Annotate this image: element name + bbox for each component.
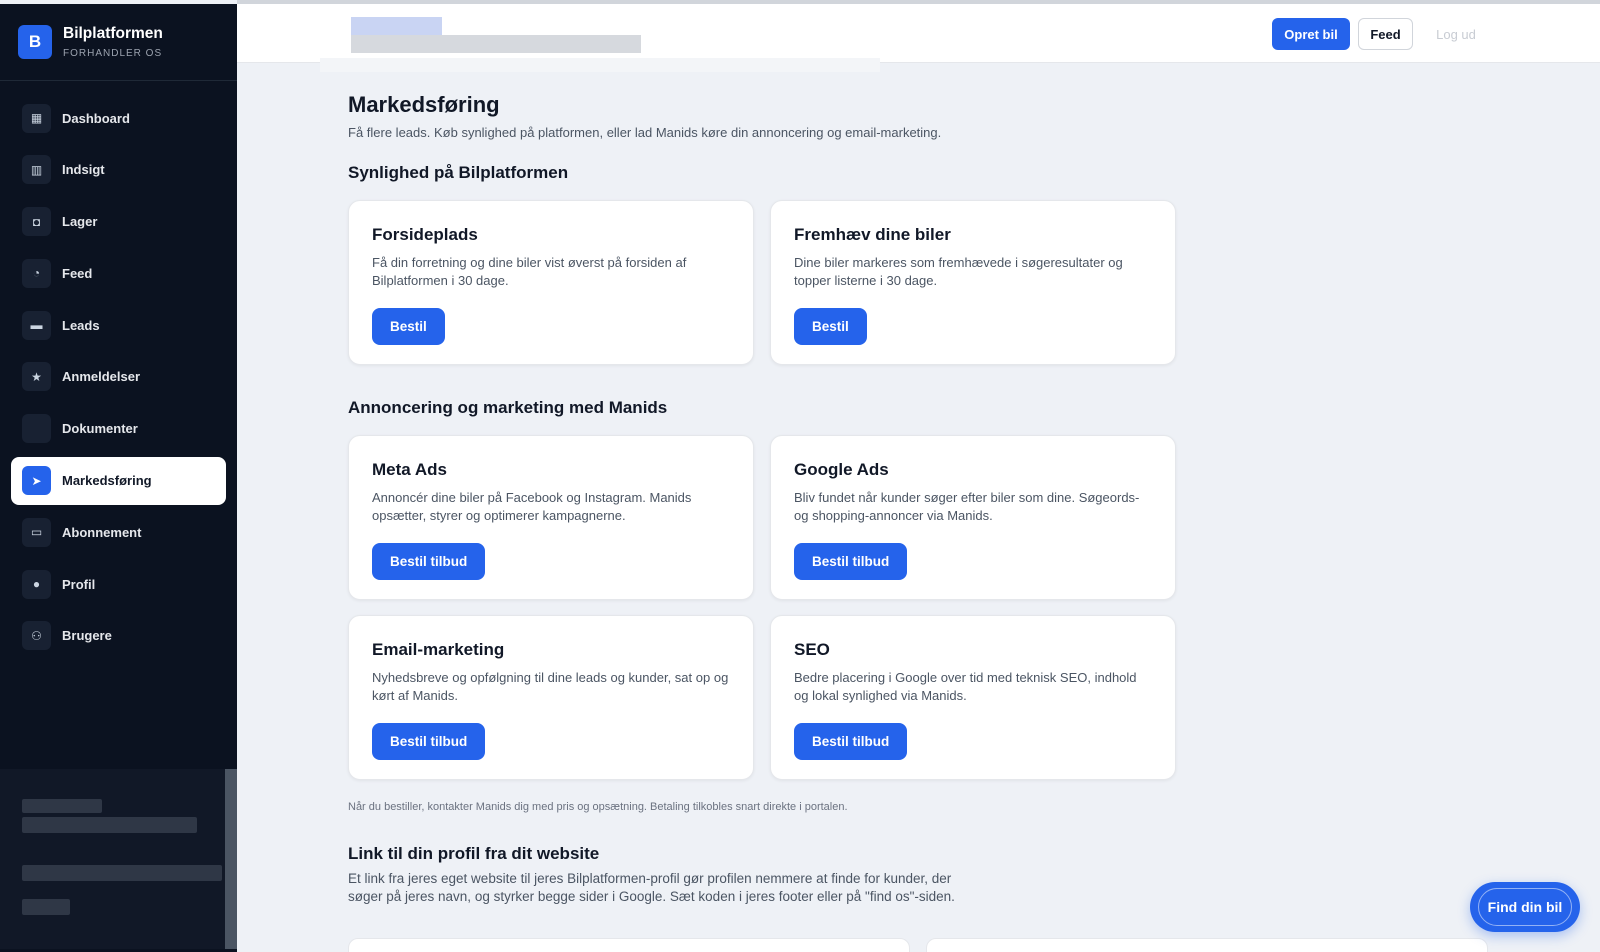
sidebar-item-feed[interactable]: ◔ Feed — [11, 249, 226, 297]
section-title-link: Link til din profil fra dit website — [348, 844, 600, 863]
sidebar-item-label: Leads — [62, 317, 100, 333]
sidebar-item-label: Dokumenter — [62, 421, 138, 437]
request-offer-button[interactable]: Bestil tilbud — [794, 723, 908, 760]
card-title: Email-marketing — [372, 640, 505, 659]
document-icon — [22, 414, 51, 444]
section-title-marketing: Annoncering og marketing med Manids — [348, 398, 668, 417]
card-title: Google Ads — [794, 460, 889, 479]
sidebar-item-indsigt[interactable]: ▥ Indsigt — [11, 146, 226, 194]
link-description: Et link fra jeres eget website til jeres… — [348, 871, 955, 904]
page-subtitle: Få flere leads. Køb synlighed på platfor… — [348, 125, 942, 140]
brand-subtitle: FORHANDLER OS — [63, 48, 163, 59]
logout-button[interactable]: Log ud — [1427, 18, 1485, 50]
sidebar: B Bilplatformen FORHANDLER OS ▦ Dashboard… — [0, 4, 237, 952]
card-title: Fremhæv dine biler — [794, 225, 951, 244]
sidebar-scrollbar[interactable] — [225, 769, 237, 949]
sidebar-item-label: Abonnement — [62, 524, 142, 540]
sidebar-item-label: Markedsføring — [62, 473, 152, 489]
brand-title: Bilplatformen — [63, 25, 163, 42]
send-icon: ➤ — [22, 466, 51, 496]
card-title: Meta Ads — [372, 460, 447, 479]
sidebar-item-abonnement[interactable]: ▭ Abonnement — [11, 508, 226, 556]
topbar: Opret bil Feed Log ud — [237, 4, 1600, 72]
request-offer-button[interactable]: Bestil tilbud — [372, 723, 486, 760]
blurred-breadcrumb — [351, 17, 442, 35]
sidebar-nav: ▦ Dashboard ▥ Indsigt ◘ Lager ◔ Feed ▬ Leads ★ Anme… — [11, 94, 226, 664]
request-offer-button[interactable]: Bestil tilbud — [794, 543, 908, 580]
card-google-ads: Google Ads Bliv fundet når kunder søger … — [770, 435, 1176, 600]
card-highlight-cars: Fremhæv dine biler Dine biler markeres s… — [770, 200, 1176, 365]
order-button[interactable]: Bestil — [794, 308, 867, 345]
sidebar-item-dokumenter[interactable]: Dokumenter — [11, 405, 226, 453]
car-icon: ◘ — [22, 207, 51, 237]
sidebar-item-label: Dashboard — [62, 110, 130, 126]
card-title: SEO — [794, 640, 830, 659]
find-car-label: Find din bil — [1477, 888, 1573, 926]
card-description: Annoncér dine biler på Facebook og Insta… — [372, 490, 692, 523]
sidebar-item-label: Profil — [62, 576, 96, 592]
card-seo: SEO Bedre placering i Google over tid me… — [770, 615, 1176, 780]
sidebar-item-label: Anmeldelser — [62, 369, 141, 385]
order-footnote: Når du bestiller, kontakter Manids dig m… — [348, 801, 848, 813]
brand[interactable]: B Bilplatformen FORHANDLER OS — [0, 4, 237, 81]
section-title-visibility: Synlighed på Bilplatformen — [348, 163, 569, 182]
sidebar-item-label: Lager — [62, 214, 98, 230]
blurred-header-shadow — [320, 58, 880, 72]
card-description: Få din forretning og dine biler vist øve… — [372, 255, 687, 288]
credit-card-icon: ▭ — [22, 517, 51, 547]
sidebar-item-anmeldelser[interactable]: ★ Anmeldelser — [11, 353, 226, 401]
sidebar-item-dashboard[interactable]: ▦ Dashboard — [11, 94, 226, 142]
code-card-left — [348, 938, 910, 952]
sidebar-item-markedsføring[interactable]: ➤ Markedsføring — [11, 456, 226, 505]
card-description: Nyhedsbreve og opfølgning til dine leads… — [372, 670, 729, 703]
card-title: Forsideplads — [372, 225, 478, 244]
card-forsideplads: Forsideplads Få din forretning og dine b… — [348, 200, 754, 365]
sidebar-item-label: Brugere — [62, 628, 112, 644]
create-car-button[interactable]: Opret bil — [1272, 18, 1350, 50]
page-title: Markedsføring — [348, 92, 500, 117]
card-description: Bedre placering i Google over tid med te… — [794, 670, 1137, 703]
sidebar-item-leads[interactable]: ▬ Leads — [11, 301, 226, 349]
star-icon: ★ — [22, 362, 51, 392]
rss-icon: ◔ — [22, 258, 51, 288]
code-card-right — [926, 938, 1488, 952]
order-button[interactable]: Bestil — [372, 308, 445, 345]
card-meta-ads: Meta Ads Annoncér dine biler på Facebook… — [348, 435, 754, 600]
sidebar-item-label: Indsigt — [62, 162, 105, 178]
blurred-header-text — [351, 35, 641, 53]
dashboard-icon: ▦ — [22, 103, 51, 133]
brand-logo: B — [18, 25, 52, 59]
card-description: Bliv fundet når kunder søger efter biler… — [794, 490, 1140, 523]
request-offer-button[interactable]: Bestil tilbud — [372, 543, 486, 580]
sidebar-item-profil[interactable]: ● Profil — [11, 560, 226, 608]
find-car-button[interactable]: Find din bil — [1470, 882, 1580, 932]
sidebar-item-lager[interactable]: ◘ Lager — [11, 198, 226, 246]
users-icon: ⚇ — [22, 621, 51, 651]
bar-chart-icon: ▥ — [22, 155, 51, 185]
card-description: Dine biler markeres som fremhævede i søg… — [794, 255, 1123, 288]
sidebar-item-label: Feed — [62, 265, 93, 281]
blurred-user-panel — [0, 769, 226, 949]
sidebar-item-brugere[interactable]: ⚇ Brugere — [11, 612, 226, 660]
user-icon: ● — [22, 569, 51, 599]
chat-icon: ▬ — [22, 310, 51, 340]
card-email-marketing: Email-marketing Nyhedsbreve og opfølgnin… — [348, 615, 754, 780]
feed-button[interactable]: Feed — [1358, 18, 1413, 50]
